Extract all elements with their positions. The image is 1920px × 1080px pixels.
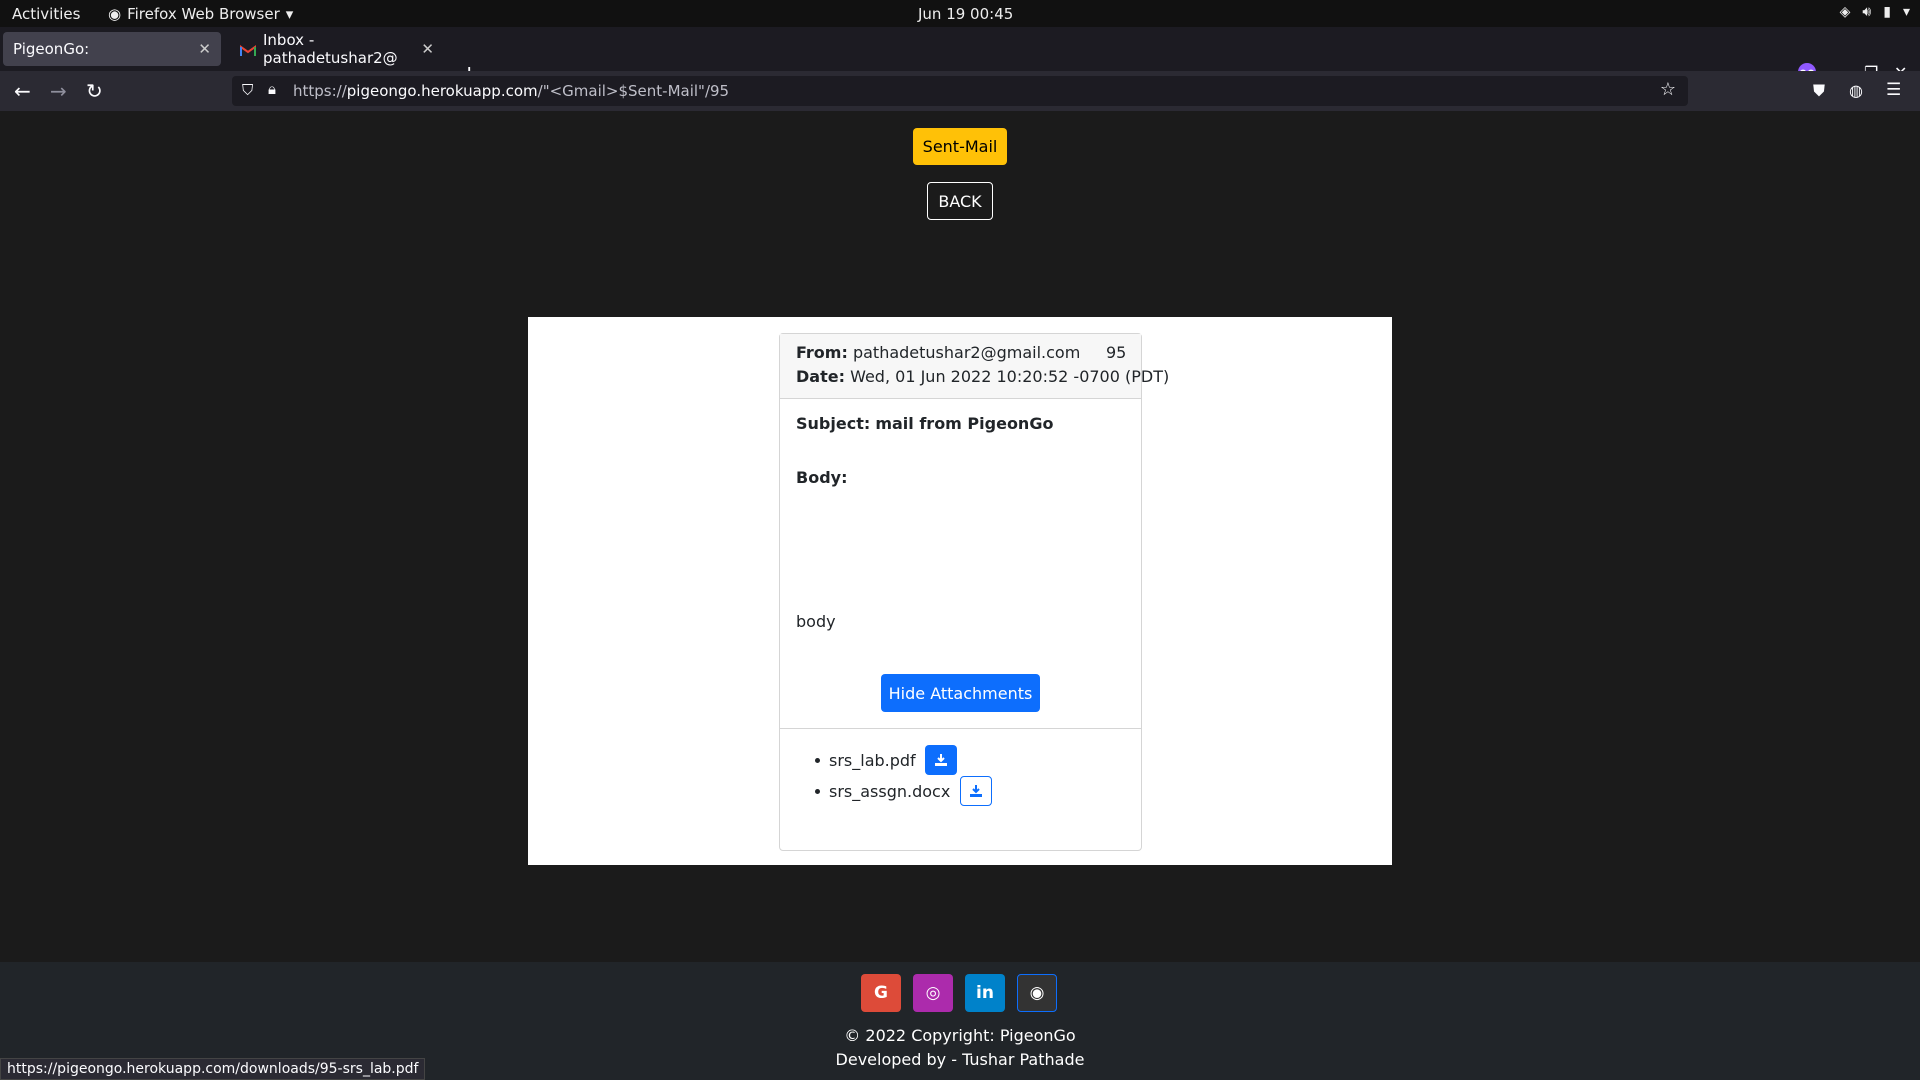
instagram-link[interactable]: ◎ <box>913 974 953 1012</box>
attachments-list: srs_lab.pdf srs_assgn.docx <box>780 728 1141 850</box>
github-icon: ◉ <box>1029 983 1045 1003</box>
copyright: © 2022 Copyright: PigeonGo <box>844 1026 1076 1045</box>
lock-icon[interactable]: 🔒︎ <box>268 80 276 98</box>
instagram-icon: ◎ <box>925 983 941 1003</box>
url-text[interactable]: https://pigeongo.herokuapp.com/"<Gmail>$… <box>293 82 729 100</box>
attachment-name: srs_assgn.docx <box>829 781 951 801</box>
close-tab-icon[interactable]: ✕ <box>421 40 434 58</box>
body-label: Body: <box>796 468 848 487</box>
download-button[interactable] <box>960 776 993 806</box>
linkedin-link[interactable]: in <box>965 974 1005 1012</box>
battery-icon: ▮ <box>1883 4 1891 20</box>
reload-icon[interactable]: ↻ <box>86 79 103 103</box>
bullet <box>815 757 820 763</box>
caret-down-icon: ▾ <box>285 5 294 23</box>
download-icon <box>970 785 983 797</box>
tray-caret-icon: ▾ <box>1902 4 1910 20</box>
tab-label: Inbox - pathadetushar2@ <box>263 31 398 67</box>
from-label: From: <box>796 343 848 362</box>
system-tray[interactable]: ◈ 🔊︎ ▮ ▾ <box>1840 4 1910 20</box>
network-icon: ◈ <box>1839 4 1851 20</box>
tracking-shield-icon[interactable]: ⛉ <box>242 81 253 99</box>
page-content: Sent-Mail BACK From: pathadetushar2@gmai… <box>0 111 1920 962</box>
tab-gmail-inbox[interactable]: Inbox - pathadetushar2@ ✕ <box>230 31 444 67</box>
bookmark-star-icon[interactable]: ☆ <box>1660 79 1676 100</box>
bullet <box>815 788 820 794</box>
body-text: body <box>796 612 836 631</box>
mail-card: From: pathadetushar2@gmail.com 95 Date: … <box>779 333 1169 851</box>
back-button[interactable]: BACK <box>927 182 993 220</box>
sent-mail-button[interactable]: Sent-Mail <box>913 128 1007 165</box>
date-label: Date: <box>796 367 845 386</box>
subject-label: Subject: <box>796 414 871 433</box>
system-top-bar: Activities ◉ Firefox Web Browser ▾ Jun 1… <box>0 0 1920 27</box>
back-arrow-icon[interactable]: ← <box>14 79 31 103</box>
mail-panel: From: pathadetushar2@gmail.com 95 Date: … <box>528 317 1392 865</box>
status-bar-url: https://pigeongo.herokuapp.com/downloads… <box>0 1058 426 1080</box>
volume-icon: 🔊︎ <box>1862 4 1872 20</box>
github-link[interactable]: ◉ <box>1017 974 1057 1012</box>
app-name: Firefox Web Browser <box>127 5 280 23</box>
download-icon <box>934 754 947 766</box>
app-menu[interactable]: ◉ Firefox Web Browser ▾ <box>108 5 293 23</box>
clock[interactable]: Jun 19 00:45 <box>918 5 1013 23</box>
date-line: Date: Wed, 01 Jun 2022 10:20:52 -0700 (P… <box>796 367 1169 386</box>
gmail-icon <box>240 43 256 56</box>
subject-value: mail from PigeonGo <box>875 414 1054 433</box>
date-value: Wed, 01 Jun 2022 10:20:52 -0700 (PDT) <box>850 367 1170 386</box>
google-link[interactable]: G <box>861 974 901 1012</box>
download-button[interactable] <box>924 745 957 775</box>
activities-button[interactable]: Activities <box>12 5 80 23</box>
attachment-name: srs_lab.pdf <box>829 750 916 770</box>
from-line: From: pathadetushar2@gmail.com <box>796 343 1080 362</box>
list-item: srs_assgn.docx <box>815 776 993 806</box>
pocket-icon[interactable]: ⛊ <box>1813 81 1825 101</box>
google-icon: G <box>874 983 888 1003</box>
navigation-bar: ← → ↻ ⛉ 🔒︎ https://pigeongo.herokuapp.co… <box>0 71 1920 111</box>
hide-attachments-button[interactable]: Hide Attachments <box>881 674 1040 712</box>
tab-pigeongo[interactable]: PigeonGo: ✕ <box>3 32 221 66</box>
close-tab-icon[interactable]: ✕ <box>198 40 211 58</box>
from-address: pathadetushar2@gmail.com <box>852 343 1081 362</box>
linkedin-icon: in <box>976 983 994 1003</box>
mail-id: 95 <box>1106 343 1127 362</box>
firefox-icon: ◉ <box>108 5 122 23</box>
list-item: srs_lab.pdf <box>815 745 957 775</box>
hamburger-menu-icon[interactable]: ☰ <box>1886 80 1901 100</box>
url-bar[interactable]: ⛉ 🔒︎ https://pigeongo.herokuapp.com/"<Gm… <box>232 76 1688 106</box>
mail-header: From: pathadetushar2@gmail.com 95 Date: … <box>780 334 1169 399</box>
account-avatar-icon[interactable]: ◍ <box>1849 81 1863 100</box>
tab-bar: PigeonGo: ✕ Inbox - pathadetushar2@ ✕ + … <box>0 27 1920 87</box>
tab-label: PigeonGo: <box>13 40 90 58</box>
forward-arrow-icon[interactable]: → <box>50 79 67 103</box>
subject-line: Subject: mail from PigeonGo <box>796 414 1053 433</box>
